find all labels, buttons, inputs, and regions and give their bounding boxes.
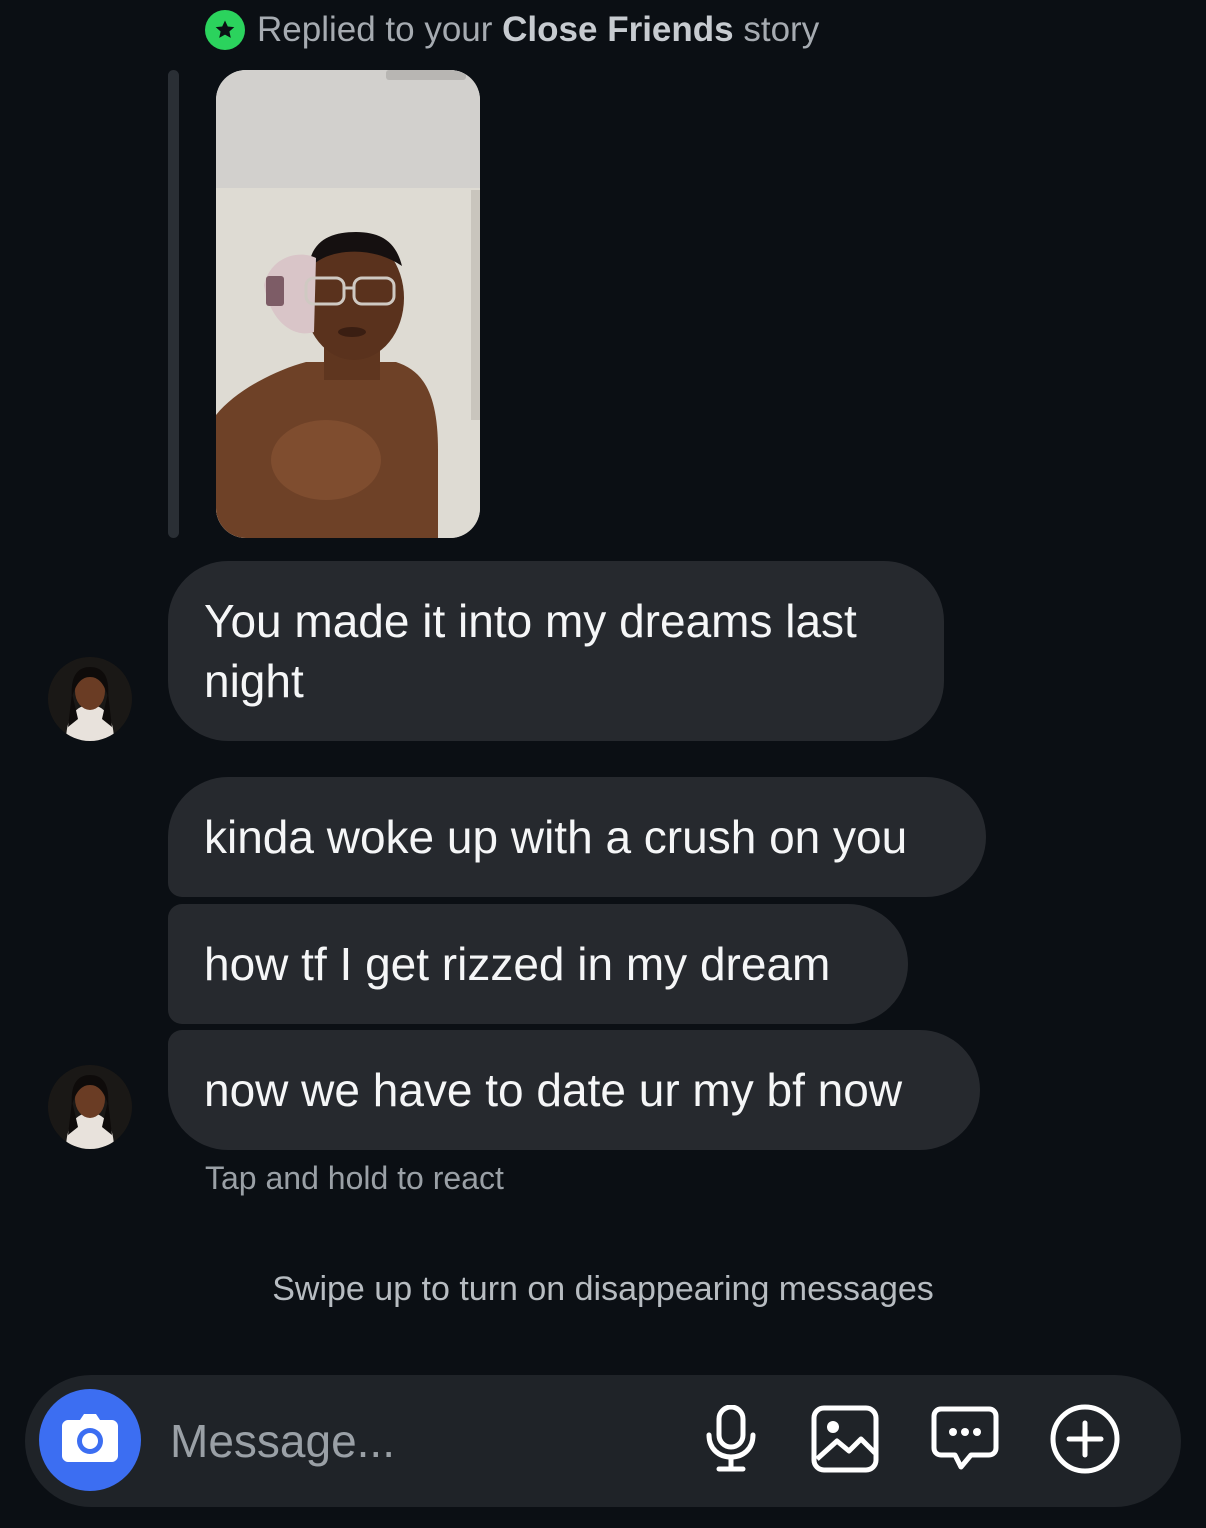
camera-icon <box>62 1413 118 1467</box>
message-bubble[interactable]: now we have to date ur my bf now <box>168 1030 980 1150</box>
message-bubble[interactable]: kinda woke up with a crush on you <box>168 777 986 897</box>
reply-suffix: story <box>743 10 820 49</box>
story-thumbnail[interactable] <box>216 70 480 538</box>
message-composer <box>25 1375 1181 1507</box>
message-bubble[interactable]: how tf I get rizzed in my dream <box>168 904 908 1024</box>
reply-prefix: Replied to your <box>257 10 493 49</box>
sticker-button[interactable] <box>929 1405 1001 1477</box>
chat-bubble-icon <box>931 1405 999 1478</box>
sender-avatar[interactable] <box>48 1065 132 1149</box>
close-friends-label: Close Friends <box>502 10 734 49</box>
tap-hold-hint: Tap and hold to react <box>205 1160 504 1196</box>
star-icon <box>205 10 245 50</box>
reply-quote-bar <box>168 70 179 538</box>
microphone-icon <box>703 1404 759 1478</box>
message-text: kinda woke up with a crush on you <box>204 811 908 863</box>
voice-message-button[interactable] <box>695 1404 767 1478</box>
image-icon <box>811 1405 879 1478</box>
sender-avatar[interactable] <box>48 657 132 741</box>
message-bubble[interactable]: You made it into my dreams last night <box>168 561 944 741</box>
message-text: now we have to date ur my bf now <box>204 1064 903 1116</box>
camera-button[interactable] <box>39 1389 141 1491</box>
message-input[interactable] <box>170 1409 670 1473</box>
more-options-button[interactable] <box>1049 1403 1121 1480</box>
gallery-button[interactable] <box>809 1405 881 1477</box>
message-text: how tf I get rizzed in my dream <box>204 938 831 990</box>
disappearing-messages-hint[interactable]: Swipe up to turn on disappearing message… <box>0 1270 1206 1309</box>
story-reply-header: Replied to your Close Friends story <box>205 8 819 52</box>
reply-header-text: Replied to your Close Friends story <box>257 10 819 50</box>
message-text: You made it into my dreams last night <box>204 595 857 707</box>
plus-circle-icon <box>1049 1403 1121 1480</box>
